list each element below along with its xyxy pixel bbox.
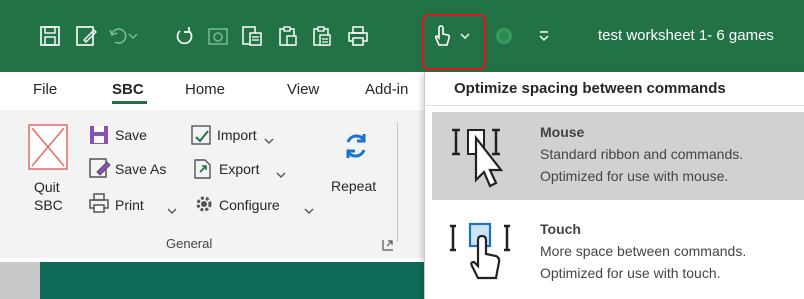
configure-label[interactable]: Configure (219, 197, 280, 213)
tab-add-in[interactable]: Add-in (365, 81, 408, 98)
dialog-launcher-icon[interactable] (382, 238, 394, 256)
dropdown-divider (424, 105, 804, 106)
import-icon[interactable] (190, 124, 212, 151)
print-label[interactable]: Print (115, 197, 144, 213)
repeat-label[interactable]: Repeat (331, 178, 376, 194)
option-mouse-title: Mouse (540, 124, 585, 140)
export-label[interactable]: Export (219, 161, 259, 177)
tab-home[interactable]: Home (185, 81, 225, 98)
import-label[interactable]: Import (217, 127, 257, 143)
paste-special-icon[interactable] (238, 22, 266, 50)
print-preview-icon[interactable] (344, 22, 372, 50)
save-as-icon[interactable] (72, 22, 100, 50)
option-mouse-line2: Optimized for use with mouse. (540, 168, 729, 184)
clipboard-alt-icon[interactable] (308, 22, 336, 50)
tab-sbc[interactable]: SBC (112, 81, 144, 98)
chevron-down-icon[interactable] (126, 22, 140, 50)
save-as-label[interactable]: Save As (115, 161, 166, 177)
mouse-mode-icon (448, 124, 518, 199)
clipboard-icon[interactable] (274, 22, 302, 50)
group-separator (397, 122, 398, 242)
chevron-down-icon[interactable] (276, 166, 286, 184)
touch-mouse-mode-icon[interactable] (428, 22, 456, 50)
camera-icon[interactable] (204, 22, 232, 50)
gear-icon[interactable] (194, 194, 214, 219)
active-tab-indicator (112, 101, 147, 104)
dropdown-header: Optimize spacing between commands (454, 80, 726, 97)
group-label-general: General (166, 236, 213, 251)
quit-sbc-label[interactable]: Quit SBC (34, 178, 74, 214)
chevron-down-icon[interactable] (167, 202, 177, 220)
document-title: test worksheet 1- 6 games (598, 27, 774, 44)
chevron-down-icon[interactable] (456, 22, 474, 50)
repeat-icon[interactable] (340, 130, 372, 167)
save-label[interactable]: Save (115, 127, 147, 143)
touch-mode-icon (448, 220, 518, 295)
option-touch-line2: Optimized for use with touch. (540, 265, 721, 281)
print-icon[interactable] (88, 192, 110, 219)
customize-qat-icon[interactable] (530, 22, 558, 50)
option-mouse-line1: Standard ribbon and commands. (540, 146, 744, 162)
redo-icon[interactable] (170, 22, 198, 50)
quit-icon[interactable] (28, 124, 68, 175)
chevron-down-icon[interactable] (304, 202, 314, 220)
tab-view[interactable]: View (287, 81, 319, 98)
option-touch-line1: More space between commands. (540, 243, 747, 259)
chevron-down-icon[interactable] (264, 132, 274, 150)
export-icon[interactable] (192, 158, 214, 185)
save-icon[interactable] (88, 124, 110, 151)
save-as-icon[interactable] (88, 157, 112, 184)
option-touch-title: Touch (540, 221, 581, 237)
worksheet-area[interactable] (40, 262, 430, 299)
tab-file[interactable]: File (33, 81, 57, 98)
row-header-gutter (0, 262, 40, 299)
save-icon[interactable] (36, 22, 64, 50)
record-icon[interactable] (490, 22, 518, 50)
